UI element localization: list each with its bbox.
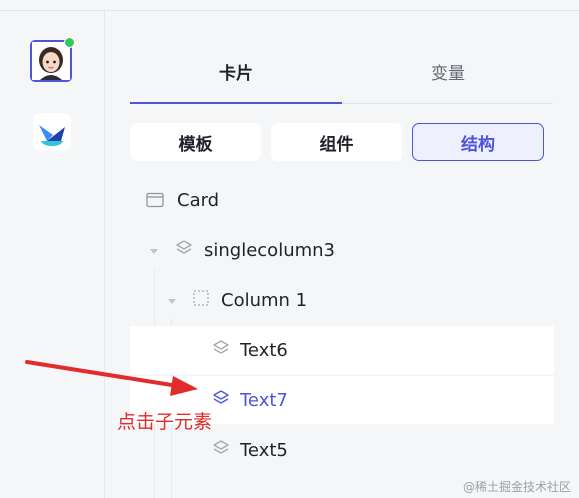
app-logo-icon[interactable] bbox=[33, 113, 71, 151]
online-status-dot bbox=[64, 37, 75, 48]
tree-node-text6[interactable]: Text6 bbox=[130, 326, 554, 374]
tab-bar: 卡片 变量 bbox=[130, 41, 553, 104]
layers-icon bbox=[212, 439, 230, 462]
tree-node-column[interactable]: Column 1 bbox=[130, 276, 554, 324]
layers-icon bbox=[212, 389, 230, 412]
tree-node-label: Text5 bbox=[240, 439, 288, 461]
side-rail bbox=[0, 11, 105, 498]
watermark: @稀土掘金技术社区 bbox=[462, 480, 571, 494]
avatar[interactable] bbox=[30, 37, 75, 82]
segment-structure-button[interactable]: 结构 bbox=[412, 123, 544, 161]
column-icon bbox=[193, 289, 209, 311]
chevron-down-icon[interactable] bbox=[149, 240, 159, 261]
card-icon bbox=[146, 192, 164, 208]
layers-icon bbox=[212, 339, 230, 362]
tree-node-label: Column 1 bbox=[221, 289, 308, 311]
tree-node-label: singlecolumn3 bbox=[204, 239, 336, 261]
tree-node-label: Text6 bbox=[240, 339, 288, 361]
chevron-down-icon[interactable] bbox=[167, 290, 177, 311]
tree-node-label: Card bbox=[177, 189, 220, 211]
tree-node-label: Text7 bbox=[240, 389, 288, 411]
tab-card[interactable]: 卡片 bbox=[130, 59, 342, 84]
active-tab-indicator bbox=[130, 102, 342, 104]
segment-component-button[interactable]: 组件 bbox=[271, 123, 402, 161]
tree-node-singlecolumn[interactable]: singlecolumn3 bbox=[130, 226, 554, 274]
tree-node-card[interactable]: Card bbox=[130, 176, 554, 224]
segment-template-button[interactable]: 模板 bbox=[130, 123, 261, 161]
top-bar bbox=[0, 0, 579, 11]
avatar-image bbox=[32, 42, 70, 80]
layers-icon bbox=[175, 239, 193, 262]
annotation-text: 点击子元素 bbox=[117, 411, 213, 433]
tab-variables[interactable]: 变量 bbox=[342, 59, 554, 84]
